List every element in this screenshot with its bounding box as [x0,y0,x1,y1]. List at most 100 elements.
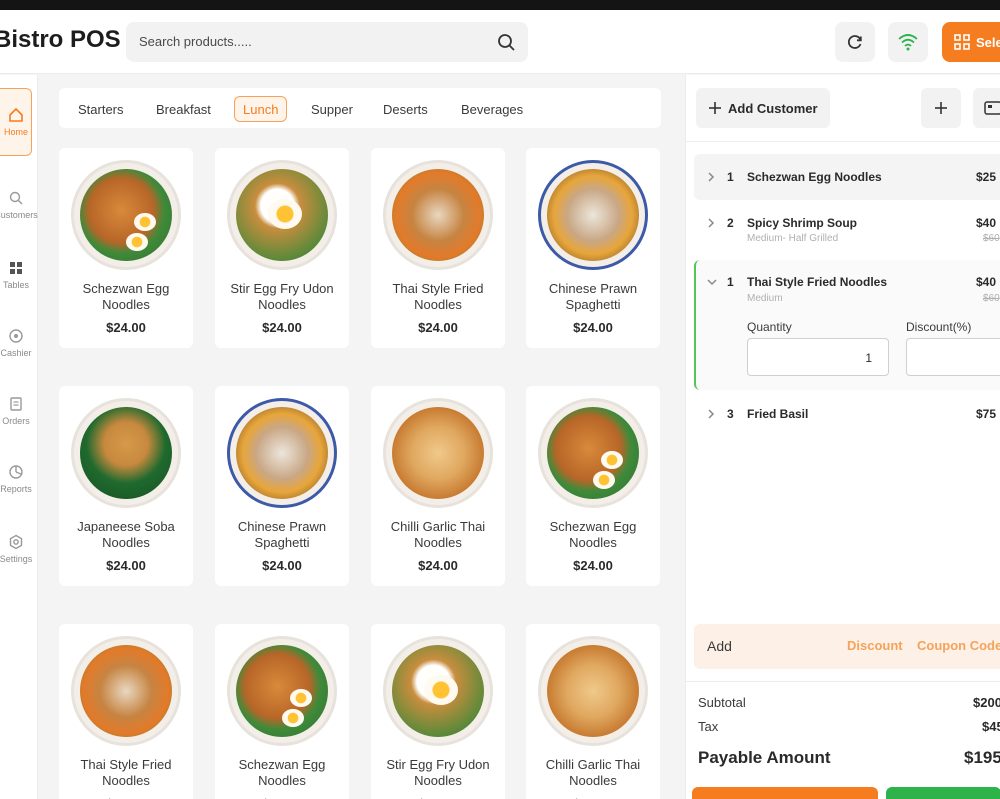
product-card[interactable]: Thai Style Fried Noodles$24.00 [59,624,193,799]
order-line[interactable]: 2 Spicy Shrimp Soup Medium- Half Grilled… [694,203,1000,253]
settings-icon [9,534,23,550]
product-name: Schezwan Egg Noodles [238,757,326,788]
hold-order-button[interactable] [692,787,878,799]
sidebar-item-label: Tables [2,280,29,290]
product-card[interactable]: Stir Egg Fry Udon Noodles$24.00 [371,624,505,799]
sidebar-item-reports[interactable]: Reports [0,449,32,509]
sidebar-item-settings[interactable]: Settings [0,519,32,579]
search-icon[interactable] [496,32,516,52]
product-card[interactable]: Chilli Garlic Thai Noodles$24.00 [371,386,505,586]
product-area: Starters Breakfast Lunch Supper Deserts … [39,75,684,799]
product-name: Thai Style Fried Noodles [392,281,484,312]
add-customer-label: Add Customer [728,100,818,116]
customers-icon [9,191,23,205]
order-line-name: Spicy Shrimp Soup [747,216,858,230]
product-image [71,160,181,270]
quantity-label: Quantity [747,320,792,334]
header: Bistro POS Search products..... Select [0,10,1000,74]
order-line-name: Fried Basil [747,407,809,421]
tab-breakfast[interactable]: Breakfast [148,96,219,122]
tab-starters[interactable]: Starters [70,96,132,122]
sidebar-item-customers[interactable]: Customers [0,175,38,235]
chevron-right-icon[interactable] [706,217,716,229]
wifi-status-button[interactable] [888,22,928,62]
sidebar-item-orders[interactable]: Orders [0,381,32,441]
tab-beverages[interactable]: Beverages [453,96,531,122]
subtotal-value: $200 [973,695,1000,710]
order-panel: Add Customer 1 Schezwan Egg Noodles $25 … [685,75,1000,799]
home-icon [9,107,23,122]
refresh-button[interactable] [835,22,875,62]
card-button[interactable] [973,88,1000,128]
category-tabs: Starters Breakfast Lunch Supper Deserts … [59,88,661,128]
sidebar-item-cashier[interactable]: Cashier [0,313,32,373]
product-price: $24.00 [573,558,613,573]
add-item-button[interactable] [921,88,961,128]
product-image [538,160,648,270]
product-card[interactable]: Schezwan Egg Noodles$24.00 [215,624,349,799]
grid-icon [954,34,970,50]
product-image [538,636,648,746]
sidebar-item-label: Home [3,127,28,137]
product-price: $24.00 [262,320,302,335]
sidebar-item-home[interactable]: Home [0,88,32,156]
product-name: Thai Style Fried Noodles [80,757,172,788]
product-card[interactable]: Thai Style Fried Noodles$24.00 [371,148,505,348]
quantity-field[interactable]: 1 [747,338,889,376]
order-line-name: Thai Style Fried Noodles [747,275,888,289]
product-name: Stir Egg Fry Udon Noodles [230,281,334,312]
discount-field[interactable] [906,338,1000,376]
chevron-right-icon[interactable] [706,171,716,183]
sidebar-item-label: Reports [0,484,32,494]
select-button[interactable]: Select [942,22,1000,62]
order-line-name: Schezwan Egg Noodles [747,170,882,184]
payable-label: Payable Amount [698,748,831,767]
order-line[interactable]: 1 Schezwan Egg Noodles $25 [694,154,1000,200]
select-label: Select [976,34,1000,50]
product-image [71,636,181,746]
sidebar-item-tables[interactable]: Tables [0,245,32,305]
orders-icon [10,397,22,411]
divider [686,141,1000,142]
product-card[interactable]: Schezwan Egg Noodles$24.00 [526,386,660,586]
product-card[interactable]: Chilli Garlic Thai Noodles$24.00 [526,624,660,799]
order-line-qty: 1 [727,170,734,184]
product-image [227,160,337,270]
product-price: $24.00 [106,320,146,335]
order-line-old-price: $60 [983,293,1000,304]
pay-button[interactable] [886,787,1000,799]
product-image [227,636,337,746]
tab-supper[interactable]: Supper [303,96,361,122]
payable-value: $195 [964,748,1000,767]
product-card[interactable]: Stir Egg Fry Udon Noodles $24.00 [215,148,349,348]
tab-lunch[interactable]: Lunch [234,96,288,122]
order-line-expanded[interactable]: 1 Thai Style Fried Noodles Medium $40 $6… [694,260,1000,390]
add-customer-button[interactable]: Add Customer [696,88,830,128]
add-label: Add [707,638,732,654]
order-line[interactable]: 3 Fried Basil $75 [694,397,1000,433]
subtotal-label: Subtotal [698,695,746,710]
search-input[interactable]: Search products..... [126,22,528,62]
sidebar: Home Customers Tables Cashier Orders Rep… [0,75,38,799]
product-price: $24.00 [106,558,146,573]
coupon-code-link[interactable]: Coupon Code [917,638,1000,653]
tab-deserts[interactable]: Deserts [375,96,436,122]
product-card[interactable]: Schezwan Egg Noodles$24.00 [59,148,193,348]
order-line-price: $75 [976,407,997,421]
product-price: $24.00 [573,320,613,335]
wifi-icon [898,34,918,51]
product-card[interactable]: Chinese Prawn Spaghetti $24.00 [215,386,349,586]
discount-link[interactable]: Discount [847,638,903,653]
chevron-right-icon[interactable] [706,408,716,420]
product-card[interactable]: Japaneese Soba Noodles $24.00 [59,386,193,586]
product-image [538,398,648,508]
window-top-strip [0,0,1000,10]
refresh-icon [848,35,862,49]
order-line-price: $25 [976,170,997,184]
product-card[interactable]: Chinese Prawn Spaghetti $24.00 [526,148,660,348]
discount-label: Discount(%) [906,320,972,334]
product-name: Stir Egg Fry Udon Noodles [386,757,490,788]
chevron-down-icon[interactable] [706,277,718,287]
quantity-value: 1 [865,351,872,365]
tax-label: Tax [698,719,719,734]
